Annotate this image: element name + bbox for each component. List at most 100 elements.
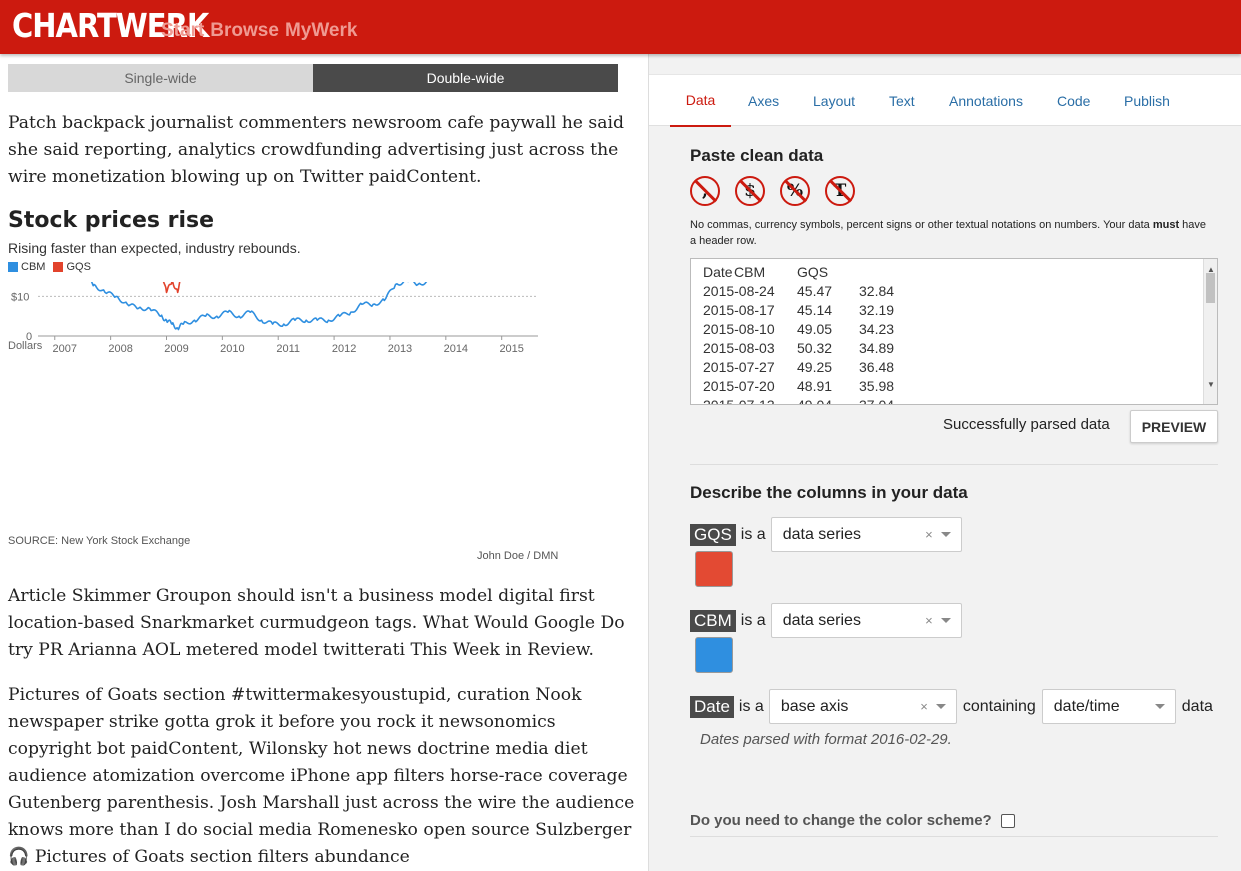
no-text-icon: T <box>825 176 855 206</box>
nav-start[interactable]: Start <box>161 20 204 42</box>
width-toggle: Single-wide Double-wide <box>8 64 618 92</box>
nav-mywerk[interactable]: MyWerk <box>285 20 358 42</box>
legend-item-cbm: CBM <box>8 261 45 273</box>
select-value: data series <box>782 611 861 629</box>
color-scheme-label: Do you need to change the color scheme? <box>690 812 992 829</box>
body-paragraph-3: Pictures of Goats section #twittermakesy… <box>8 685 635 867</box>
data-cell: 34.89 <box>859 340 895 356</box>
column-type-select-cbm[interactable]: data series × <box>770 603 962 638</box>
scroll-down-icon[interactable]: ▼ <box>1207 375 1215 394</box>
no-comma-icon: , <box>690 176 720 206</box>
x-tick-label: 2009 <box>164 343 188 355</box>
intro-paragraph: Patch backpack journalist commenters new… <box>8 113 624 187</box>
single-wide-button[interactable]: Single-wide <box>8 64 313 92</box>
data-cell: 49.05 <box>797 321 833 337</box>
chevron-down-icon[interactable] <box>935 704 946 709</box>
data-cell: 34.23 <box>859 321 895 337</box>
data-row: 2015-08-10 49.05 34.23 <box>703 320 1205 339</box>
header-cell: GQS <box>797 264 829 280</box>
clear-icon[interactable]: × <box>925 527 933 542</box>
data-cell: 49.25 <box>797 359 833 375</box>
chart-title: Stock prices rise <box>8 208 215 233</box>
data-cell: 32.19 <box>859 302 895 318</box>
clear-icon[interactable]: × <box>925 613 933 628</box>
legend-label-cbm: CBM <box>21 261 46 273</box>
tab-code[interactable]: Code <box>1057 75 1090 127</box>
column-name-gqs: GQS <box>690 523 736 546</box>
series-line-gqs <box>162 282 181 294</box>
chart-credit: John Doe / DMN <box>477 550 559 562</box>
containing-label: containing <box>962 697 1036 715</box>
x-tick-label: 2012 <box>332 343 356 355</box>
is-a-label: is a <box>740 525 766 543</box>
is-a-label: is a <box>738 697 764 715</box>
data-cell: 45.14 <box>797 302 833 318</box>
data-cell: 2015-08-24 <box>703 283 775 299</box>
tab-publish[interactable]: Publish <box>1124 75 1170 127</box>
data-cell: 32.84 <box>859 283 895 299</box>
color-scheme-checkbox[interactable] <box>1000 813 1015 828</box>
section-divider <box>690 464 1218 465</box>
series-line-cbm <box>90 282 428 331</box>
paste-data-title: Paste clean data <box>690 146 824 165</box>
column-name-cbm: CBM <box>690 609 736 632</box>
preview-button[interactable]: PREVIEW <box>1130 410 1218 443</box>
stock-line-chart: Dollars$50$40$30$20$10020072008200920102… <box>8 282 538 355</box>
data-row: 2015-08-24 45.47 32.84 <box>703 282 1205 301</box>
tab-axes[interactable]: Axes <box>748 75 779 127</box>
data-textarea[interactable]: Date CBM GQS 2015-08-24 45.47 32.84 2015-08-1… <box>690 258 1218 405</box>
scroll-thumb[interactable] <box>1206 273 1215 303</box>
column-type-select-date[interactable]: base axis × <box>768 689 957 724</box>
header-cell: Date <box>703 264 733 280</box>
tab-layout[interactable]: Layout <box>813 75 855 127</box>
column-row-cbm: CBM is a data series × <box>690 603 962 638</box>
data-format-note: No commas, currency symbols, percent sig… <box>690 217 1210 249</box>
double-wide-button[interactable]: Double-wide <box>313 64 618 92</box>
y-tick-label: 0 <box>26 331 32 343</box>
data-cell: 2015-07-27 <box>703 359 775 375</box>
legend-swatch-cbm <box>8 262 18 272</box>
no-symbols-icons: , $ % T <box>690 176 855 206</box>
legend-label-gqs: GQS <box>66 261 91 273</box>
data-row: 2015-08-03 50.32 34.89 <box>703 339 1205 358</box>
data-cell: 45.47 <box>797 283 833 299</box>
nav-browse[interactable]: Browse <box>210 20 279 42</box>
tab-data[interactable]: Data <box>670 75 731 127</box>
data-cell: 2015-07-13 <box>703 397 775 405</box>
parse-status: Successfully parsed data <box>943 416 1110 433</box>
color-swatch-gqs[interactable] <box>695 551 733 587</box>
chart-subtitle: Rising faster than expected, industry re… <box>8 240 301 256</box>
data-row: 2015-07-27 49.25 36.48 <box>703 358 1205 377</box>
tab-annotations[interactable]: Annotations <box>949 75 1023 127</box>
data-row: 2015-07-13 49.04 37.04 <box>703 396 1205 405</box>
describe-columns-title: Describe the columns in your data <box>690 483 968 502</box>
note-text: No commas, currency symbols, percent sig… <box>690 219 1153 231</box>
data-cell: 48.91 <box>797 378 833 394</box>
data-cell: 2015-07-20 <box>703 378 775 394</box>
no-percent-icon: % <box>780 176 810 206</box>
note-must: must <box>1152 219 1180 231</box>
data-cell: 35.98 <box>859 378 895 394</box>
x-tick-label: 2013 <box>388 343 412 355</box>
date-type-select[interactable]: date/time <box>1041 689 1176 724</box>
chevron-down-icon[interactable] <box>1154 704 1165 709</box>
color-swatch-cbm[interactable] <box>695 637 733 673</box>
chevron-down-icon[interactable] <box>940 618 951 623</box>
no-dollar-icon: $ <box>735 176 765 206</box>
column-row-date: Date is a base axis × containing date/ti… <box>690 689 1213 724</box>
column-type-select-gqs[interactable]: data series × <box>770 517 962 552</box>
chart-legend: CBM GQS <box>8 261 91 273</box>
data-cell: 2015-08-17 <box>703 302 775 318</box>
data-row: 2015-08-17 45.14 32.19 <box>703 301 1205 320</box>
tab-text[interactable]: Text <box>889 75 915 127</box>
clear-icon[interactable]: × <box>920 699 928 714</box>
main-nav: Start Browse MyWerk <box>161 20 357 42</box>
body-paragraph-2: Article Skimmer Groupon should isn't a b… <box>8 586 625 660</box>
legend-item-gqs: GQS <box>53 261 91 273</box>
data-label: data <box>1181 697 1213 715</box>
section-divider <box>690 836 1218 837</box>
data-cell: 2015-08-03 <box>703 340 775 356</box>
is-a-label: is a <box>740 611 766 629</box>
textarea-scrollbar[interactable]: ▲ ▼ <box>1203 259 1217 404</box>
chevron-down-icon[interactable] <box>940 532 951 537</box>
